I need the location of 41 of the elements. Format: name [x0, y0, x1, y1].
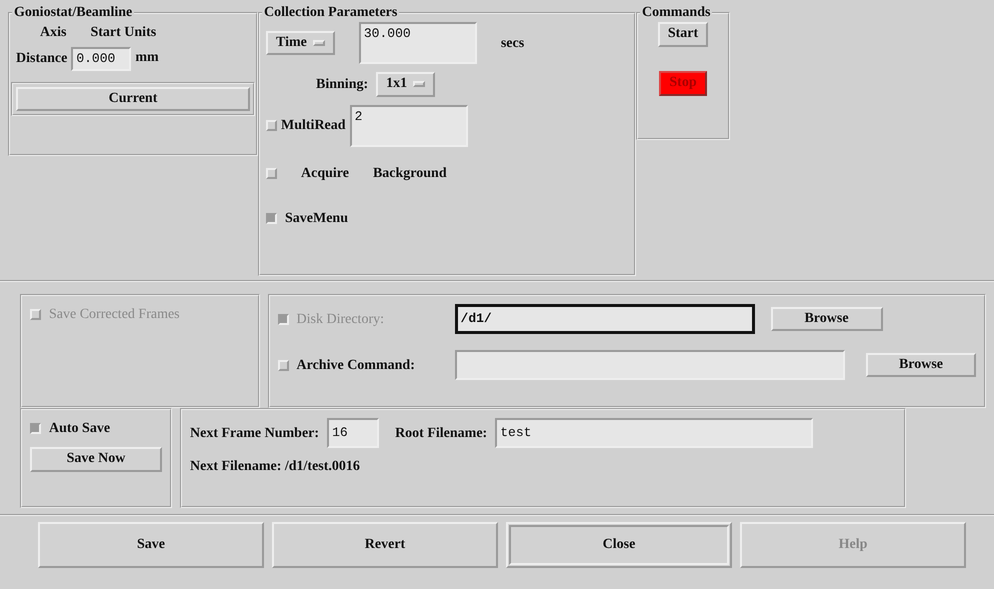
checkbox-label: Acquire: [301, 164, 349, 183]
checkbox-label: Save Corrected Frames: [49, 306, 180, 324]
axis-label: Distance: [16, 50, 68, 68]
caret-icon: [413, 81, 426, 88]
checkbox-label: Auto Save: [49, 420, 110, 438]
input-field[interactable]: 16: [327, 418, 380, 448]
start-button[interactable]: Start: [658, 22, 708, 47]
column-header: Axis: [40, 24, 66, 42]
dialog-button[interactable]: Revert: [272, 522, 498, 568]
checkbox[interactable]: [266, 212, 277, 224]
checkbox-label: SaveMenu: [285, 210, 348, 228]
option-menu-button[interactable]: Time: [266, 30, 335, 56]
input-field[interactable]: 2: [350, 104, 468, 147]
option-menu-button[interactable]: 1x1: [376, 72, 436, 97]
checkbox[interactable]: [266, 168, 277, 179]
checkbox[interactable]: [266, 120, 277, 132]
dialog-button[interactable]: Save: [38, 522, 264, 568]
input-field[interactable]: test: [495, 418, 814, 448]
checkbox-label: MultiRead: [281, 117, 346, 136]
unit-label: mm: [135, 49, 159, 67]
field-label: Root Filename:: [395, 424, 488, 442]
input-field[interactable]: 30.000: [358, 22, 477, 64]
input-field[interactable]: 0.000: [71, 47, 132, 70]
group-title: Commands: [641, 6, 712, 20]
checkbox-label: Background: [372, 164, 447, 183]
checkbox[interactable]: [278, 360, 289, 370]
checkbox[interactable]: [30, 423, 41, 434]
checkbox-label: Archive Command:: [296, 356, 416, 374]
browse-button[interactable]: Browse: [866, 352, 976, 378]
dialog-button[interactable]: Close: [506, 522, 732, 568]
column-header: Start Units: [90, 24, 156, 42]
unit-label: secs: [500, 34, 524, 52]
next-filename-text: Next Filename: /d1/test.0016: [190, 458, 361, 476]
checkbox-label: Disk Directory:: [296, 310, 385, 328]
group-title: Goniostat/Beamline: [13, 6, 134, 20]
group-title: Collection Parameters: [263, 6, 398, 20]
save-now-button[interactable]: Save Now: [30, 447, 162, 472]
field-label: Binning:: [316, 76, 368, 94]
input-field[interactable]: [454, 350, 845, 380]
field-label: Next Frame Number:: [190, 424, 320, 442]
caret-icon: [312, 40, 325, 46]
